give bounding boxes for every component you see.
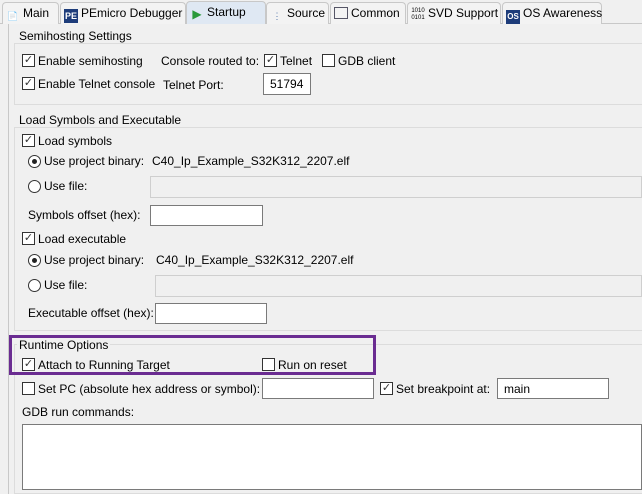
tab-label: Main (23, 6, 50, 20)
checkbox-label: GDB client (338, 54, 396, 68)
executable-offset-input[interactable] (155, 303, 267, 324)
enable-telnet-console-checkbox[interactable]: ✓ (22, 77, 35, 90)
executable-use-project-radio[interactable] (28, 254, 41, 267)
field-label: Executable offset (hex): (28, 306, 154, 320)
telnet-checkbox[interactable]: ✓ (264, 54, 277, 67)
field-label: Telnet Port: (163, 78, 224, 92)
tab-svd-support[interactable]: 1010 0101 SVD Support (407, 2, 501, 24)
enable-semihosting-checkbox[interactable]: ✓ (22, 54, 35, 67)
field-label: GDB run commands: (22, 405, 135, 419)
executable-file-input[interactable] (155, 275, 642, 297)
symbols-use-project-radio[interactable] (28, 155, 41, 168)
load-symbols-checkbox[interactable]: ✓ (22, 134, 35, 147)
tab-startup[interactable]: ▶ Startup (186, 1, 266, 24)
checkbox-label: Set breakpoint at: (396, 382, 491, 396)
gdb-run-commands-textarea[interactable] (22, 424, 642, 490)
group-title: Semihosting Settings (17, 29, 134, 43)
source-icon: ⋮ (272, 11, 282, 21)
set-pc-input[interactable] (262, 378, 374, 399)
tab-label: Common (351, 6, 400, 20)
executable-project-binary-value: C40_Ip_Example_S32K312_2207.elf (156, 253, 354, 267)
symbols-use-file-radio[interactable] (28, 180, 41, 193)
radio-label: Use project binary: (44, 253, 145, 267)
checkbox-label: Enable semihosting (38, 54, 143, 68)
play-icon: ▶ (192, 7, 202, 21)
field-label: Console routed to: (161, 54, 260, 68)
tab-label: Source (287, 6, 326, 20)
pemicro-icon: PE (64, 9, 78, 23)
group-title: Load Symbols and Executable (17, 113, 184, 127)
document-icon: 📄 (7, 11, 19, 21)
tab-main[interactable]: 📄 Main (2, 2, 59, 24)
tab-os-awareness[interactable]: OS OS Awareness (502, 2, 602, 24)
checkbox-label: Load executable (38, 232, 127, 246)
semihosting-group (14, 43, 642, 105)
checkbox-label: Set PC (absolute hex address or symbol): (38, 382, 261, 396)
breakpoint-input[interactable]: main (497, 378, 609, 399)
radio-label: Use project binary: (44, 154, 145, 168)
tab-label: PEmicro Debugger (81, 6, 183, 20)
gdb-client-checkbox[interactable] (322, 54, 335, 67)
executable-use-file-radio[interactable] (28, 279, 41, 292)
symbols-file-input[interactable] (150, 176, 642, 198)
tab-label: SVD Support (428, 6, 499, 20)
tab-common[interactable]: Common (330, 2, 406, 24)
field-label: Symbols offset (hex): (28, 208, 141, 222)
load-executable-checkbox[interactable]: ✓ (22, 232, 35, 245)
tab-source[interactable]: ⋮ Source (266, 2, 329, 24)
radio-label: Use file: (44, 179, 88, 193)
symbols-project-binary-value: C40_Ip_Example_S32K312_2207.elf (152, 154, 350, 168)
checkbox-label: Load symbols (38, 134, 113, 148)
tab-label: OS Awareness (523, 6, 603, 20)
set-pc-checkbox[interactable] (22, 382, 35, 395)
binary-icon: 1010 0101 (411, 8, 425, 21)
tab-pemicro-debugger[interactable]: PE PEmicro Debugger (60, 2, 186, 24)
symbols-offset-input[interactable] (150, 205, 263, 226)
tab-bar: 📄 Main PE PEmicro Debugger ▶ Startup ⋮ Sourc… (0, 0, 642, 24)
radio-label: Use file: (44, 278, 88, 292)
checkbox-label: Enable Telnet console (38, 77, 156, 91)
telnet-port-input[interactable]: 51794 (263, 73, 311, 95)
table-icon (334, 7, 348, 19)
set-breakpoint-checkbox[interactable]: ✓ (380, 382, 393, 395)
highlight-box (9, 335, 376, 375)
checkbox-label: Telnet (280, 54, 313, 68)
os-icon: OS (506, 10, 520, 24)
tab-label: Startup (207, 5, 246, 19)
